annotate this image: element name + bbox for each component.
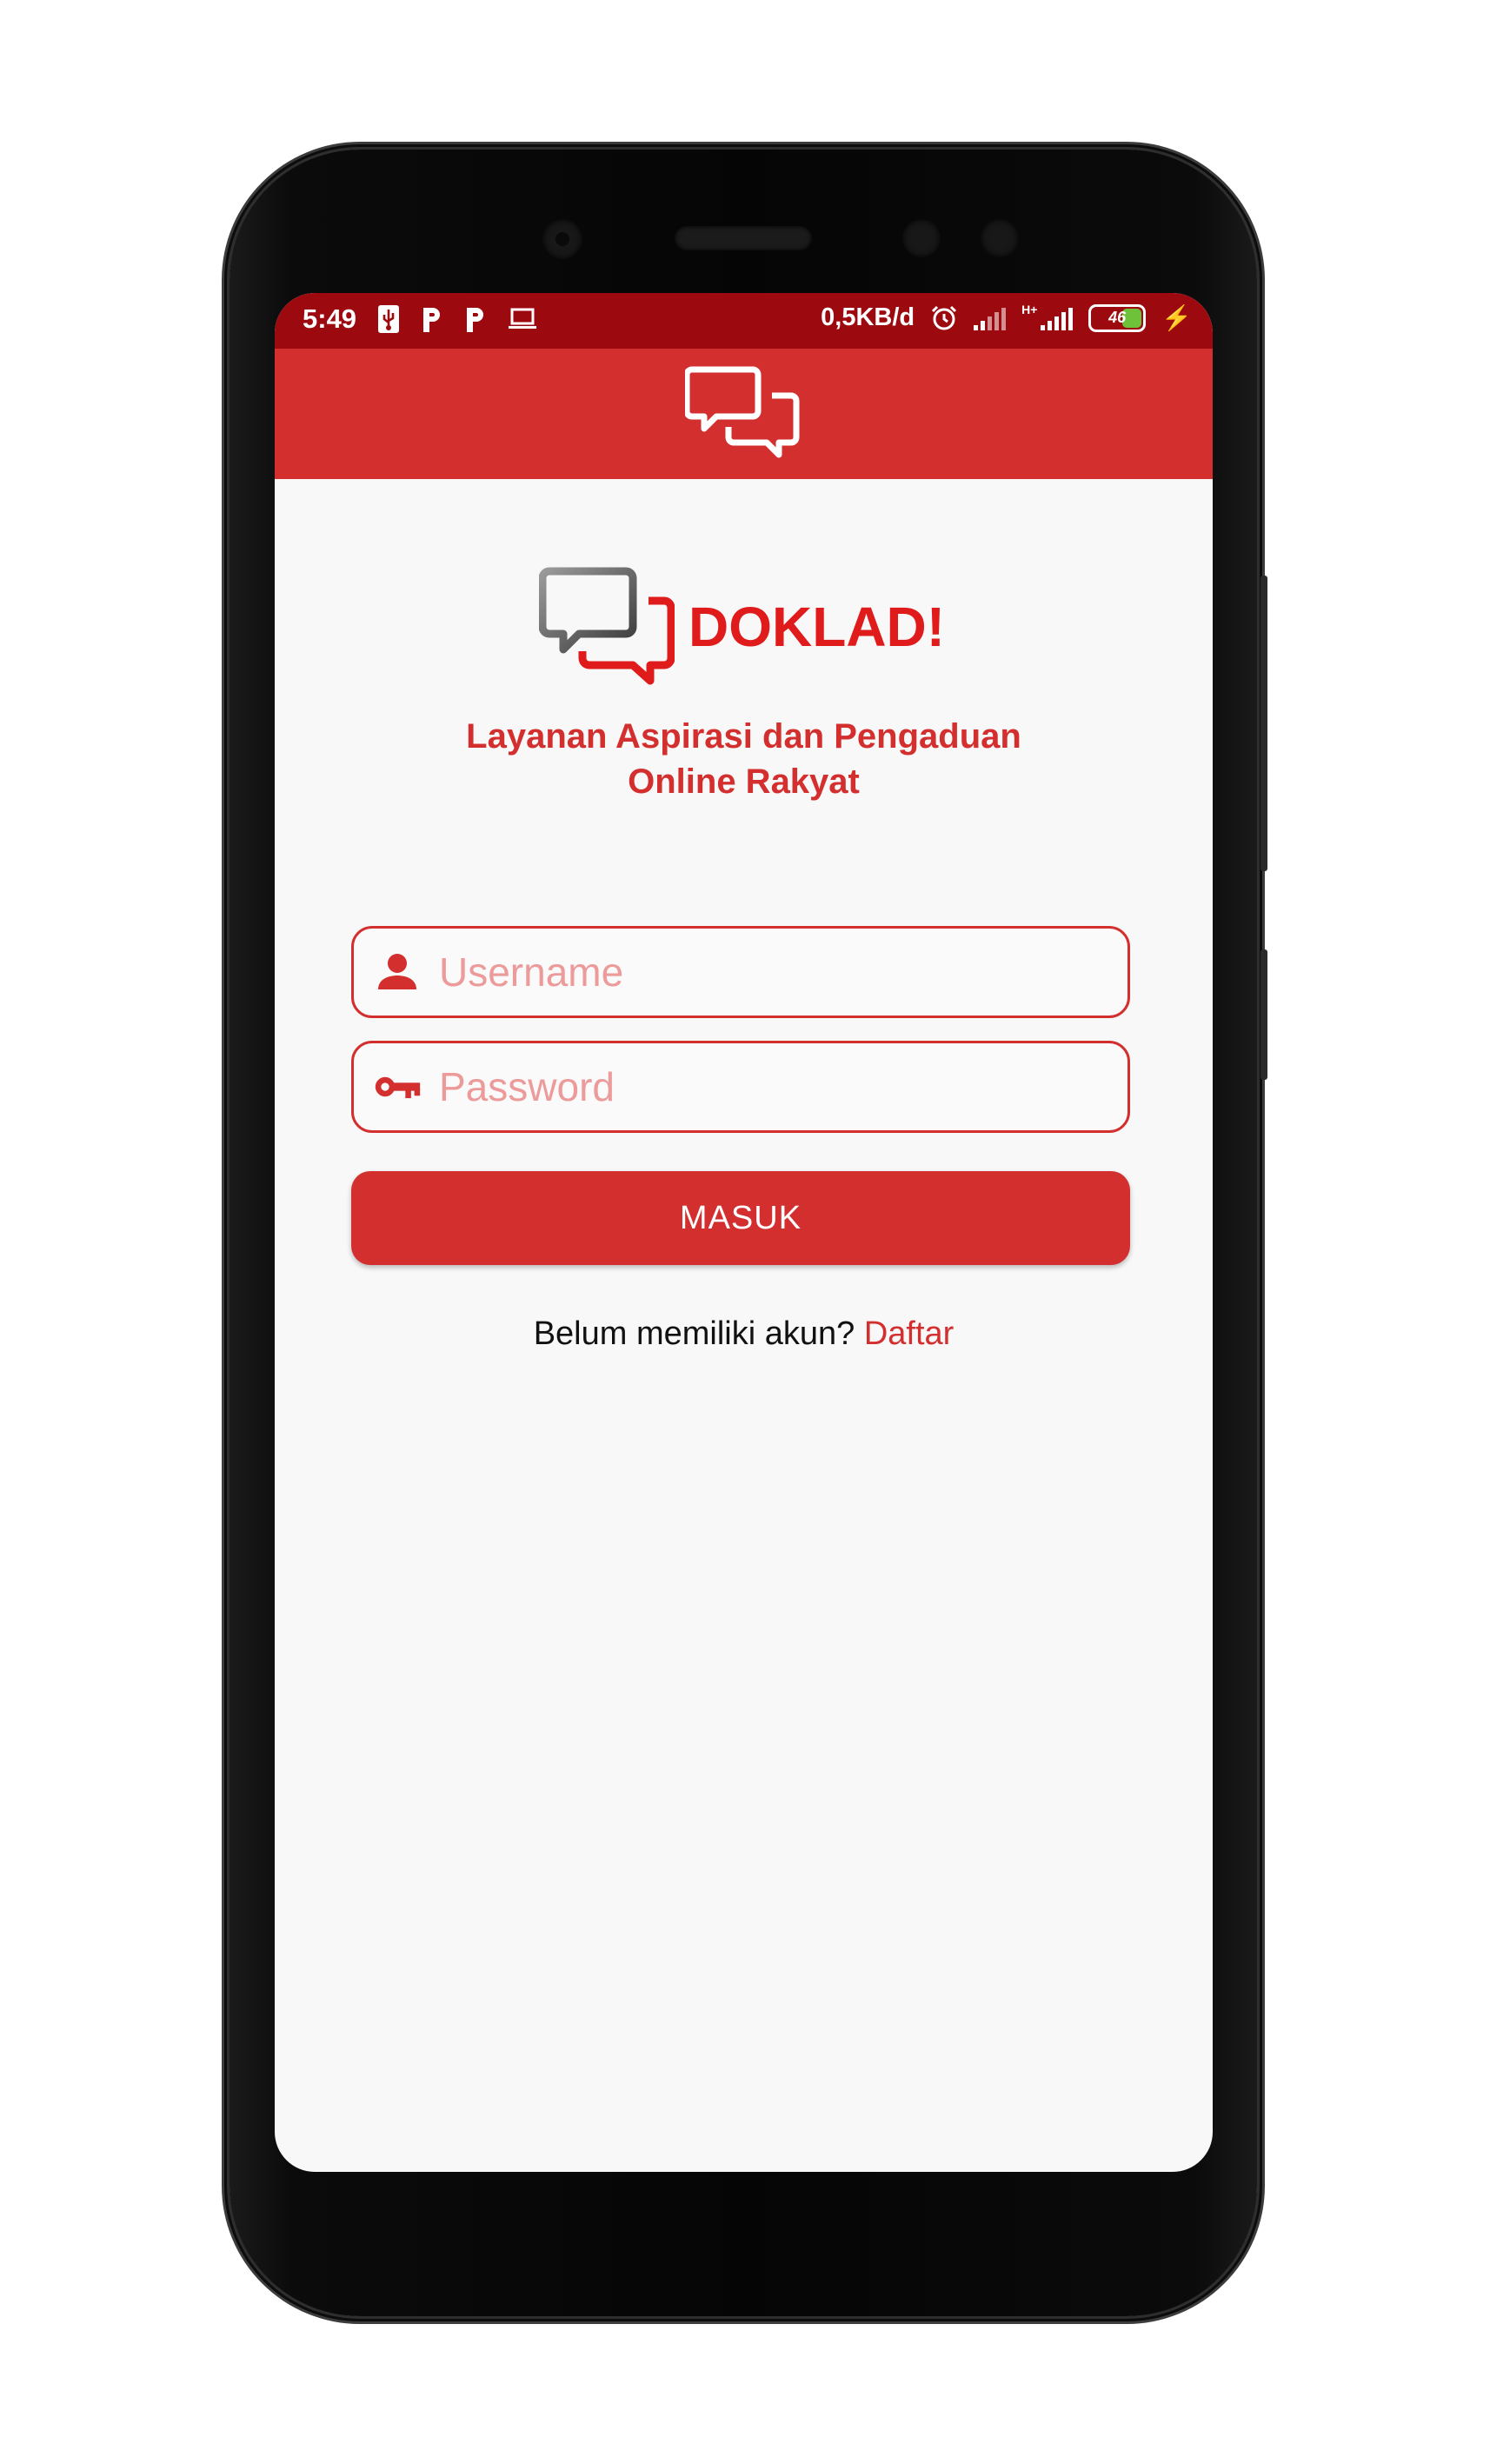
app-bar: [275, 349, 1213, 479]
network-speed: 0,5KB/d: [821, 303, 915, 331]
password-field[interactable]: [351, 1041, 1130, 1133]
screen: 5:49 0,5KB/d H+ 46 ⚡ DOKLAD! Layanan Asp…: [275, 293, 1213, 2172]
key-icon: [375, 1076, 421, 1099]
person-icon: [378, 954, 416, 989]
signup-text: Belum memiliki akun?: [533, 1315, 855, 1352]
brand-name: DOKLAD!: [688, 596, 946, 658]
signal-icon-sim2: [1041, 306, 1074, 330]
username-input[interactable]: [437, 948, 1101, 996]
signup-prompt: Belum memiliki akun? Daftar: [275, 1315, 1213, 1353]
username-field[interactable]: [351, 926, 1130, 1018]
volume-button: [1261, 576, 1267, 871]
brand-header: DOKLAD!: [539, 566, 945, 688]
alarm-icon: [932, 305, 957, 330]
earpiece-speaker: [675, 226, 812, 250]
tagline-line-2: Online Rakyat: [628, 763, 860, 801]
chat-bubbles-icon: [685, 366, 800, 458]
parking-icon: [467, 308, 484, 332]
power-button: [1261, 949, 1267, 1080]
front-camera: [542, 219, 582, 259]
proximity-sensor: [902, 219, 941, 257]
status-time: 5:49: [303, 303, 357, 334]
laptop-icon: [509, 308, 537, 329]
network-type: H+: [1021, 302, 1038, 316]
password-input[interactable]: [437, 1062, 1101, 1111]
parking-icon: [423, 308, 441, 332]
tagline: Layanan Aspirasi dan Pengaduan Online Ra…: [275, 714, 1213, 804]
status-bar: 5:49 0,5KB/d H+ 46 ⚡: [275, 293, 1213, 349]
usb-icon: [378, 305, 400, 333]
signup-link[interactable]: Daftar: [864, 1315, 954, 1352]
light-sensor: [981, 219, 1019, 257]
battery-icon: 46: [1088, 303, 1147, 332]
login-content: DOKLAD! Layanan Aspirasi dan Pengaduan O…: [275, 479, 1213, 2172]
signal-icon: [974, 306, 1007, 330]
doklad-logo-icon: [539, 567, 675, 685]
battery-level: 46: [1108, 309, 1127, 326]
login-button[interactable]: MASUK: [351, 1171, 1130, 1265]
charging-icon: ⚡: [1161, 304, 1192, 331]
tagline-line-1: Layanan Aspirasi dan Pengaduan: [466, 717, 1021, 756]
